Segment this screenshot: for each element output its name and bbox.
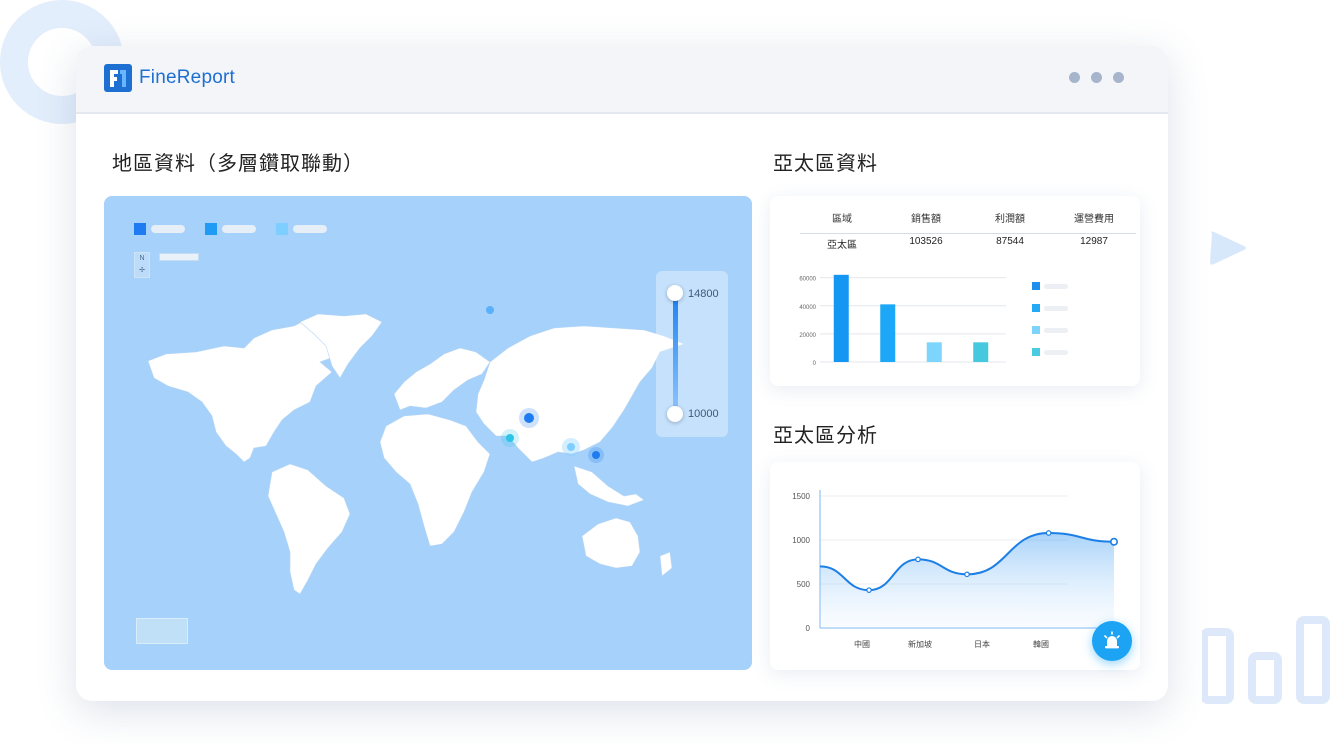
- continent-north-america: [147, 317, 341, 463]
- alarm-icon: [1104, 631, 1120, 649]
- hotspot: [486, 306, 494, 314]
- table-header-cell: 運營費用: [1074, 214, 1114, 225]
- window-dot-icon[interactable]: [1091, 72, 1102, 83]
- data-point[interactable]: [1109, 537, 1118, 546]
- bar-legend-item[interactable]: [1032, 304, 1068, 312]
- bar[interactable]: [973, 342, 989, 362]
- continent-south-america: [267, 463, 351, 595]
- x-tick-label: 中國: [854, 639, 870, 649]
- continent-southeast-asia: [573, 465, 645, 507]
- hotspot: [524, 413, 534, 423]
- map-scale-bar: [136, 618, 188, 644]
- slider-max-label: 14800: [688, 288, 719, 300]
- app-window: FineReport 地區資料（多層鑽取聯動） N ✢ 14800 10000 …: [76, 46, 1168, 701]
- x-tick-label: 日本: [974, 639, 990, 649]
- decorative-triangle-icon: [1210, 231, 1246, 265]
- table-header-row: 區域 銷售額 利潤額 運營費用: [800, 210, 1136, 234]
- window-dot-icon[interactable]: [1069, 72, 1080, 83]
- y-tick-label: 0: [813, 361, 817, 367]
- table-cell: 12987: [1080, 236, 1108, 247]
- legend-placeholder-bar: [1044, 305, 1068, 311]
- table-cell: 87544: [996, 236, 1024, 247]
- slider-track[interactable]: [673, 293, 678, 413]
- legend-placeholder-bar: [1044, 283, 1068, 289]
- world-map[interactable]: [104, 196, 752, 670]
- hotspot: [567, 443, 575, 451]
- y-tick-label: 20000: [799, 333, 816, 339]
- world-map-panel[interactable]: N ✢ 14800 10000: [104, 196, 752, 670]
- y-tick-label: 60000: [799, 277, 816, 283]
- bar-legend-item[interactable]: [1032, 282, 1068, 290]
- table-row[interactable]: 亞太區 103526 87544 12987: [800, 236, 1136, 251]
- hotspot: [592, 451, 600, 459]
- continent-australia: [581, 517, 641, 569]
- legend-placeholder-bar: [1044, 327, 1068, 333]
- asia-data-card: 區域 銷售額 利潤額 運營費用 亞太區 103526 87544 12987 6…: [770, 196, 1140, 386]
- bar-chart[interactable]: 60000 40000 20000 0: [780, 266, 1040, 376]
- data-point[interactable]: [866, 587, 872, 593]
- data-point[interactable]: [964, 571, 970, 578]
- title-bar: FineReport: [76, 46, 1168, 114]
- y-tick-label: 40000: [799, 305, 816, 311]
- table-header-cell: 利潤額: [995, 214, 1025, 225]
- window-dot-icon[interactable]: [1113, 72, 1124, 83]
- bar-legend-item[interactable]: [1032, 348, 1068, 356]
- legend-swatch: [1032, 326, 1040, 334]
- slider-handle-min[interactable]: [667, 406, 683, 422]
- slider-min-label: 10000: [688, 408, 719, 420]
- bar[interactable]: [833, 274, 849, 362]
- map-section-title: 地區資料（多層鑽取聯動）: [112, 153, 364, 175]
- y-tick-label: 500: [797, 580, 811, 589]
- hotspot: [506, 434, 514, 442]
- data-point[interactable]: [1045, 530, 1052, 536]
- data-point[interactable]: [915, 556, 921, 563]
- logo-text: FineReport: [139, 67, 235, 88]
- alert-button[interactable]: [1092, 621, 1132, 661]
- bar-legend-item[interactable]: [1032, 326, 1068, 334]
- bar[interactable]: [880, 304, 896, 362]
- value-range-slider[interactable]: 14800 10000: [656, 271, 728, 437]
- legend-swatch: [1032, 304, 1040, 312]
- continent-africa: [379, 413, 491, 547]
- legend-swatch: [1032, 282, 1040, 290]
- area-fill: [820, 532, 1114, 628]
- logo: FineReport: [104, 64, 235, 92]
- window-controls[interactable]: [1069, 72, 1124, 83]
- y-tick-label: 1500: [792, 492, 810, 501]
- decorative-bars-icon: [1202, 616, 1330, 704]
- table-header-cell: 區域: [832, 214, 852, 225]
- map-copyright: [130, 611, 138, 643]
- continent-new-zealand: [659, 551, 673, 577]
- asia-data-title: 亞太區資料: [773, 153, 878, 175]
- bar[interactable]: [926, 342, 942, 362]
- bar-chart-legend: [1032, 282, 1068, 356]
- continent-europe: [393, 347, 491, 411]
- line-chart[interactable]: 1500 1000 500 0 中國 新加坡 日本 韓國: [770, 462, 1140, 670]
- asia-analysis-card: 1500 1000 500 0 中國 新加坡 日本 韓國: [770, 462, 1140, 670]
- legend-swatch: [1032, 348, 1040, 356]
- y-tick-label: 0: [806, 624, 811, 633]
- table-header-cell: 銷售額: [911, 214, 941, 225]
- x-tick-label: 韓國: [1033, 639, 1049, 649]
- x-tick-label: 新加坡: [908, 639, 932, 649]
- table-cell: 103526: [909, 236, 943, 247]
- slider-handle-max[interactable]: [667, 285, 683, 301]
- legend-placeholder-bar: [1044, 349, 1068, 355]
- finereport-logo-icon: [104, 64, 132, 92]
- asia-analysis-title: 亞太區分析: [773, 425, 878, 447]
- table-cell: 亞太區: [827, 240, 857, 251]
- y-tick-label: 1000: [792, 536, 810, 545]
